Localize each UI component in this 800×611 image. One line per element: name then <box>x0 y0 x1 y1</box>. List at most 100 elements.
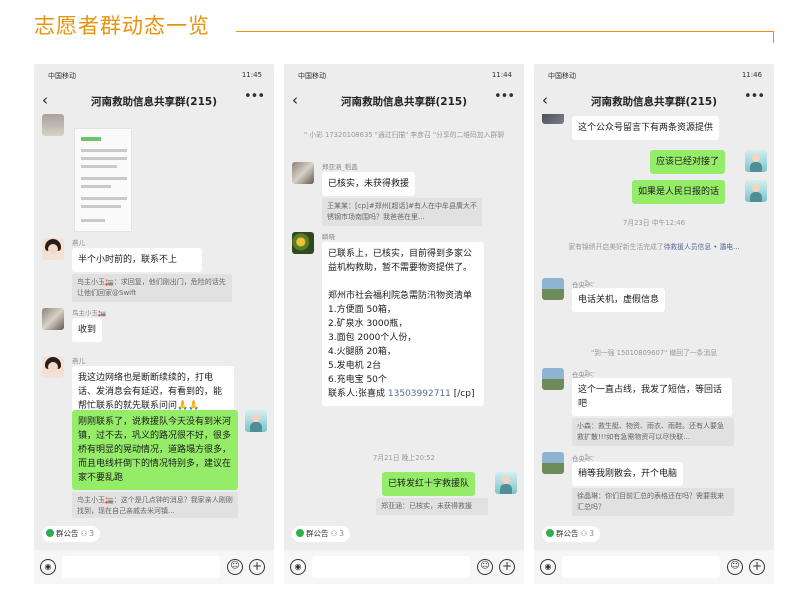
system-message: 家有锦绣开启美好新生活完成了待救援人员信息 • 灞电... <box>548 242 760 253</box>
message-bubble-self[interactable]: 刚刚联系了，说救援队今天没有到米河镇，过不去，巩义的路况很不好，很多桥有明显的晃… <box>72 410 238 490</box>
message-bubble[interactable]: 收到 <box>72 318 103 342</box>
notice-label: 群公告 <box>306 529 329 538</box>
emoji-icon[interactable]: ☺ <box>227 559 243 575</box>
message-bubble-self[interactable]: 应该已经对接了 <box>650 150 726 174</box>
carrier-label: 中国移动 <box>298 72 326 80</box>
avatar[interactable] <box>42 308 64 330</box>
status-bar: 中国移动 11:46 <box>534 64 774 84</box>
image-detail <box>81 149 127 152</box>
message-bubble[interactable]: 稍等我刚散会，开个电脑 <box>572 462 684 486</box>
avatar[interactable] <box>745 180 767 202</box>
message-tail: [/cp] <box>450 389 475 399</box>
carrier-label: 中国移动 <box>48 72 76 80</box>
group-notice-button[interactable]: 群公告 ⚇ 3 <box>292 526 351 542</box>
member-icon: ⚇ <box>580 529 588 538</box>
member-icon: ⚇ <box>80 529 88 538</box>
status-bar: 中国移动 11:44 <box>284 64 524 84</box>
notice-dot-icon <box>46 529 54 537</box>
voice-icon[interactable]: ◉ <box>40 559 56 575</box>
image-detail <box>81 137 101 141</box>
message-input[interactable] <box>562 556 720 578</box>
input-bar: ◉ ☺ + <box>34 550 274 584</box>
voice-icon[interactable]: ◉ <box>540 559 556 575</box>
notice-count: 3 <box>89 529 95 538</box>
avatar[interactable] <box>542 278 564 300</box>
message-bubble[interactable]: 这个公众号留言下有两条资源提供 <box>572 116 720 140</box>
sender-name: 瞬晓 <box>322 233 335 241</box>
avatar[interactable] <box>495 472 517 494</box>
image-message[interactable] <box>74 128 132 232</box>
title-rule <box>236 31 774 43</box>
message-bubble[interactable]: 这个一直占线，我发了短信，等回话吧 <box>572 378 732 416</box>
timestamp: 7月21日 晚上20:52 <box>373 454 435 462</box>
image-detail <box>81 165 117 168</box>
quote-reply[interactable]: 郑亚涵：已核实，未获得救援 <box>376 498 488 515</box>
message-bubble[interactable]: 电话关机，虚假信息 <box>572 288 666 312</box>
chat-header: ‹ 河南救助信息共享群(215) ••• <box>284 88 524 114</box>
avatar[interactable] <box>292 162 314 184</box>
avatar[interactable] <box>542 368 564 390</box>
avatar[interactable] <box>542 114 564 124</box>
status-time: 11:44 <box>491 71 512 79</box>
avatar[interactable] <box>42 356 64 378</box>
avatar[interactable] <box>745 150 767 172</box>
message-text: 已联系上，已核实，目前得到多家公益机构救助，暂不需要物资提供了。 郑州市社会福利… <box>328 249 473 399</box>
phone-screenshot-1: 中国移动 11:45 ‹ 河南救助信息共享群(215) ••• 燕儿 半个小时前… <box>34 64 274 584</box>
avatar[interactable] <box>542 452 564 474</box>
avatar[interactable] <box>42 238 64 260</box>
system-link[interactable]: 待救援人员信息 • 灞电... <box>664 243 740 251</box>
notice-dot-icon <box>296 529 304 537</box>
phone-screenshot-3: 中国移动 11:46 ‹ 河南救助信息共享群(215) ••• 这个公众号留言下… <box>534 64 774 584</box>
image-detail <box>81 177 127 180</box>
notice-count: 3 <box>339 529 345 538</box>
group-notice-button[interactable]: 群公告 ⚇ 3 <box>542 526 601 542</box>
more-dots-icon[interactable]: ••• <box>744 89 765 104</box>
chat-header: ‹ 河南救助信息共享群(215) ••• <box>534 88 774 114</box>
avatar[interactable] <box>42 114 64 136</box>
message-bubble-self[interactable]: 如果是人民日报的话 <box>632 180 726 204</box>
quote-reply[interactable]: 小森：救生艇、物资、雨衣、雨鞋。还有人要急救扩散!!!如有急需物资可以尽快联..… <box>572 418 734 446</box>
chat-header: ‹ 河南救助信息共享群(215) ••• <box>34 88 274 114</box>
message-bubble-self[interactable]: 已转发红十字救援队 <box>382 472 476 496</box>
group-title: 河南救助信息共享群(215) <box>340 96 467 108</box>
voice-icon[interactable]: ◉ <box>290 559 306 575</box>
plus-icon[interactable]: + <box>499 559 515 575</box>
status-time: 11:45 <box>241 71 262 79</box>
avatar[interactable] <box>245 410 267 432</box>
notice-dot-icon <box>546 529 554 537</box>
plus-icon[interactable]: + <box>249 559 265 575</box>
input-bar: ◉ ☺ + <box>534 550 774 584</box>
image-detail <box>81 205 121 208</box>
carrier-label: 中国移动 <box>548 72 576 80</box>
timestamp: 7月23日 中午12:46 <box>623 219 685 227</box>
plus-icon[interactable]: + <box>749 559 765 575</box>
notice-count: 3 <box>589 529 595 538</box>
emoji-icon[interactable]: ☺ <box>477 559 493 575</box>
quote-reply[interactable]: 鸟主小玉🏣：求回复，他们刚出门，危险的话先让他们回家@Swift <box>72 274 232 302</box>
image-detail <box>81 219 105 222</box>
quote-reply[interactable]: 徐晶琳：你们目前汇总的表格还在吗？需要我来汇总吗？ <box>572 488 734 516</box>
group-title: 河南救助信息共享群(215) <box>90 96 217 108</box>
message-bubble[interactable]: 已核实，未获得救援 <box>322 172 416 196</box>
sender-name: 郑亚涵_稻盖 <box>322 163 358 171</box>
input-bar: ◉ ☺ + <box>284 550 524 584</box>
chat-area: 燕儿 半个小时前的，联系不上 鸟主小玉🏣：求回复，他们刚出门，危险的话先让他们回… <box>34 114 274 518</box>
message-input[interactable] <box>62 556 220 578</box>
system-message: "到一强 15010809607" 撤回了一条消息 <box>590 349 718 357</box>
chat-area: " 小彩 17320108635 "通过扫描" 李彦召 "分享的二维码加入群聊 … <box>284 114 524 518</box>
message-bubble[interactable]: 半个小时前的，联系不上 <box>72 248 202 272</box>
more-dots-icon[interactable]: ••• <box>244 89 265 104</box>
phone-link[interactable]: 13503992711 <box>388 389 451 399</box>
emoji-icon[interactable]: ☺ <box>727 559 743 575</box>
group-notice-button[interactable]: 群公告 ⚇ 3 <box>42 526 101 542</box>
image-detail <box>81 197 127 200</box>
more-dots-icon[interactable]: ••• <box>494 89 515 104</box>
message-input[interactable] <box>312 556 470 578</box>
avatar[interactable] <box>292 232 314 254</box>
quote-reply[interactable]: 鸟主小玉🏣：这个是几点钟的消息？我家亲人刚刚找到，现在自己亲戚去米河镇... <box>72 492 238 518</box>
quote-reply[interactable]: 王某某：[cp]#郑州[超话]#有人在中牟县廣大不锈钢市场南围吗？我爸爸在里..… <box>322 198 482 226</box>
message-bubble[interactable]: 已联系上，已核实，目前得到多家公益机构救助，暂不需要物资提供了。 郑州市社会福利… <box>322 242 484 406</box>
image-detail <box>81 185 111 188</box>
phone-screenshot-2: 中国移动 11:44 ‹ 河南救助信息共享群(215) ••• " 小彩 173… <box>284 64 524 584</box>
notice-label: 群公告 <box>56 529 79 538</box>
